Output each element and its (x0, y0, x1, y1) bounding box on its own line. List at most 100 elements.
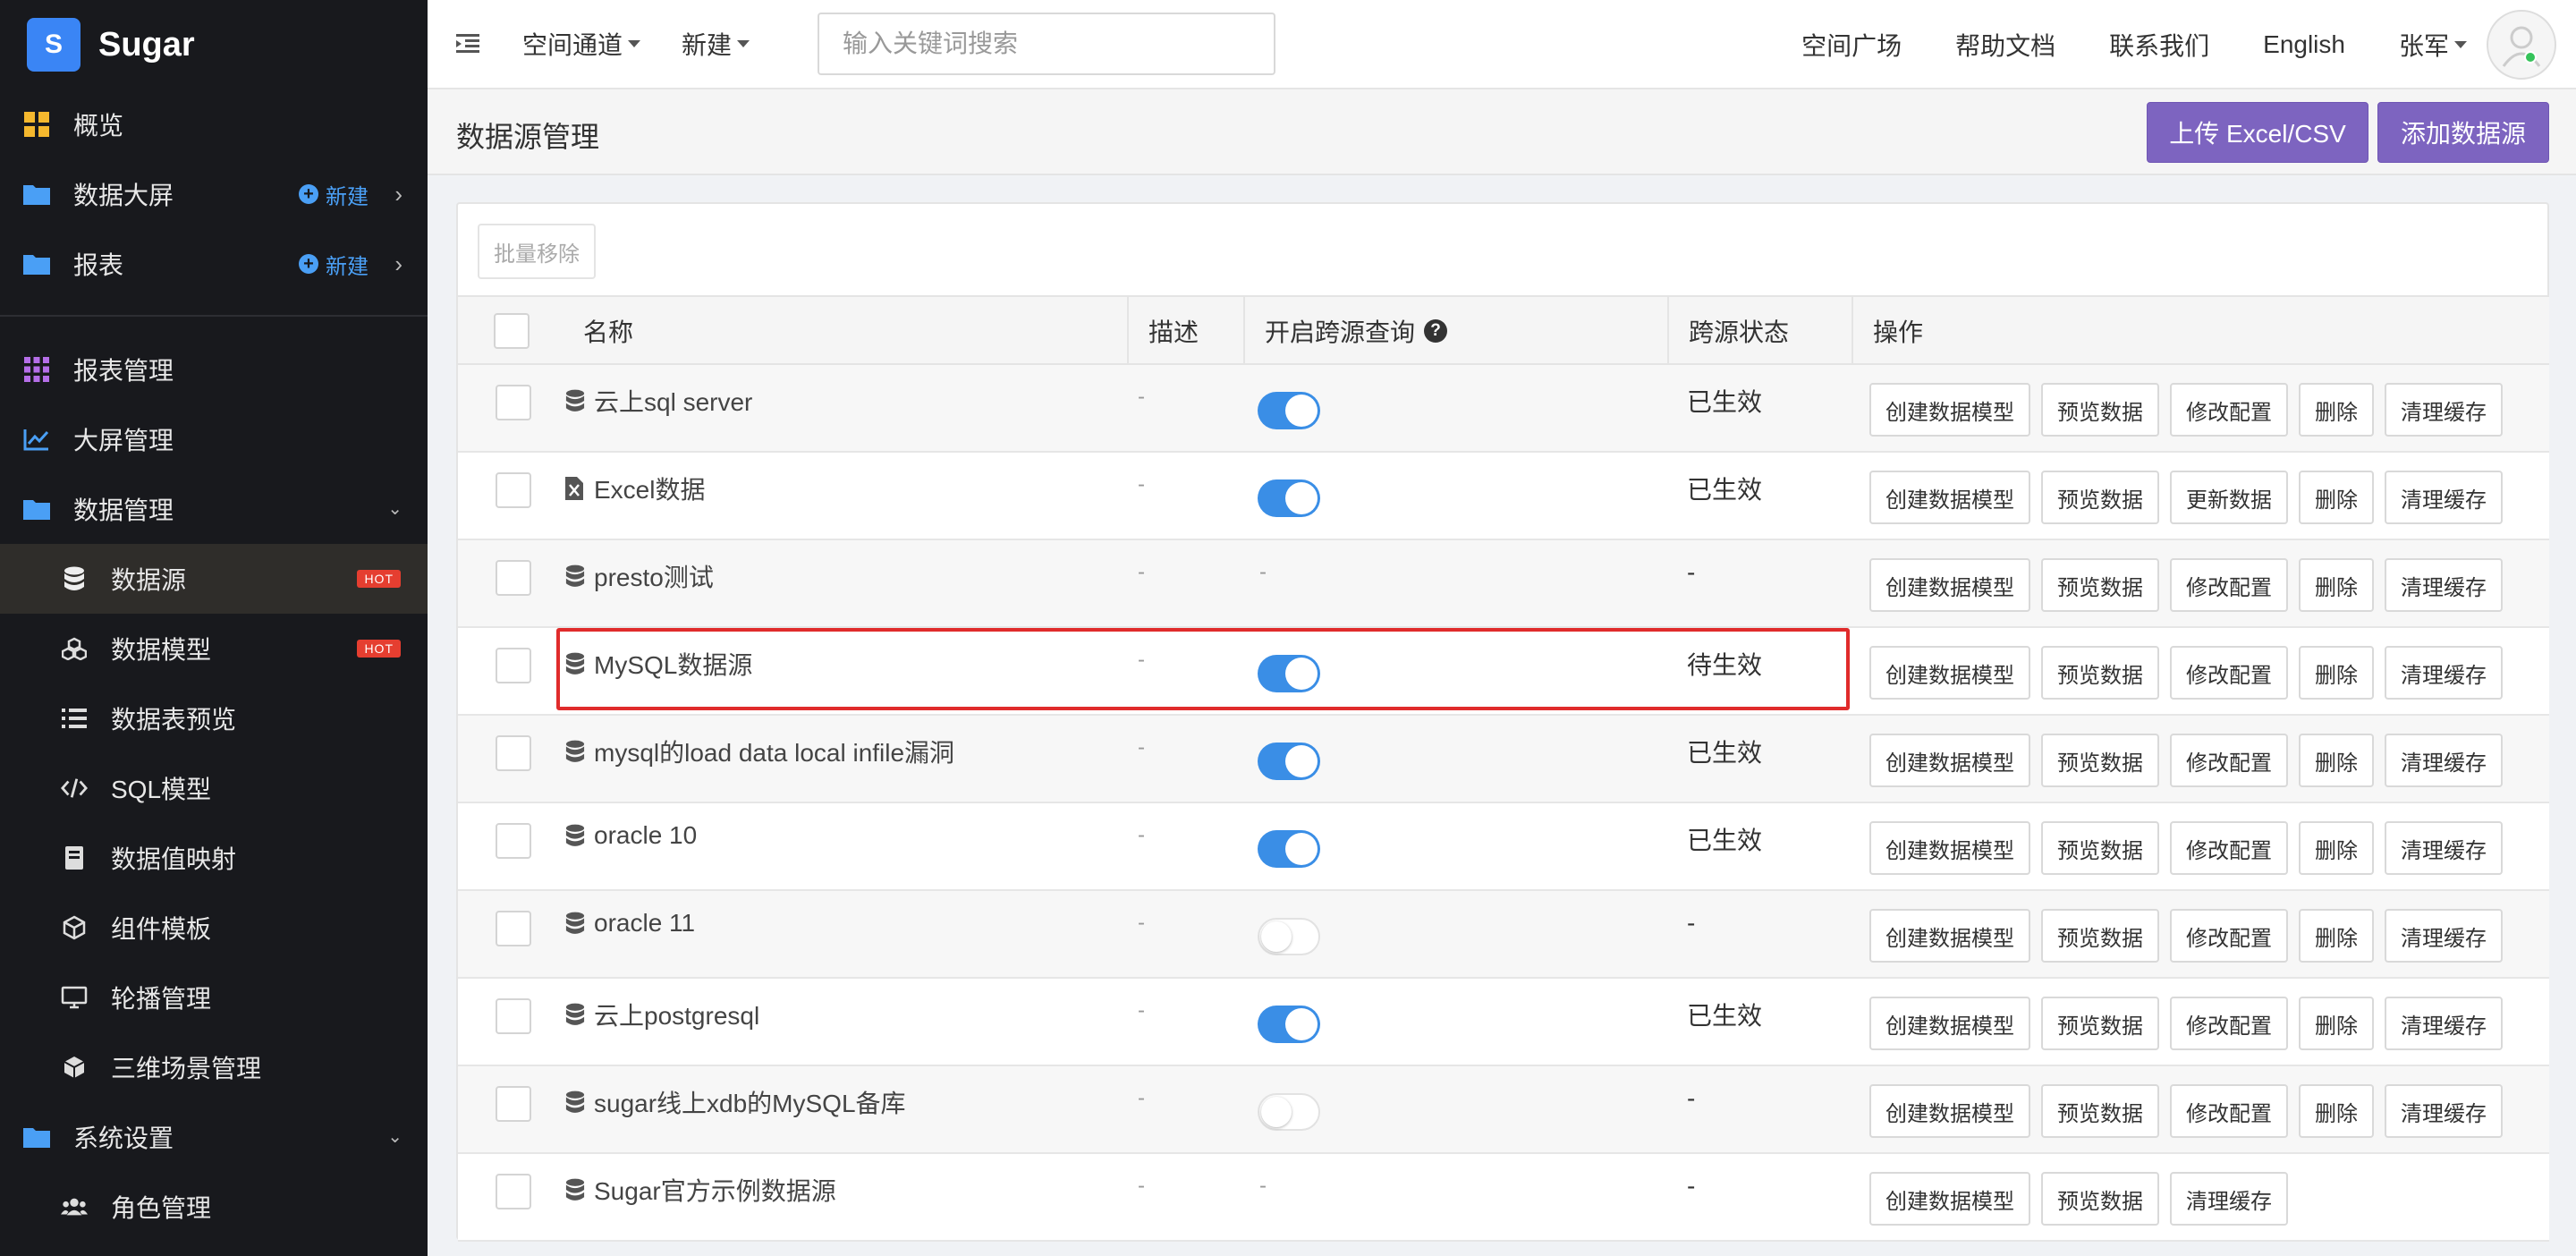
action-button[interactable]: 删除 (2299, 646, 2374, 700)
datasource-name[interactable]: oracle 11 (565, 909, 695, 938)
chevron-down-icon[interactable]: ⌄ (387, 1125, 402, 1148)
action-button[interactable]: 预览数据 (2041, 997, 2159, 1050)
space-square-link[interactable]: 空间广场 (1801, 27, 1902, 63)
action-button[interactable]: 预览数据 (2041, 558, 2159, 612)
action-button[interactable]: 修改配置 (2170, 997, 2288, 1050)
header-name[interactable]: 名称 (564, 297, 1225, 365)
sidebar-item-datasource[interactable]: 数据源 HOT (0, 544, 428, 614)
action-button[interactable]: 修改配置 (2170, 821, 2288, 875)
action-button[interactable]: 创建数据模型 (1869, 997, 2030, 1050)
sidebar-item-table-preview[interactable]: 数据表预览 (0, 683, 428, 753)
action-button[interactable]: 清理缓存 (2385, 471, 2503, 524)
action-button[interactable]: 清理缓存 (2385, 383, 2503, 437)
row-checkbox[interactable] (496, 472, 531, 508)
datasource-name[interactable]: 云上postgresql (565, 997, 759, 1032)
add-datasource-button[interactable]: 添加数据源 (2377, 102, 2549, 163)
action-button[interactable]: 清理缓存 (2385, 997, 2503, 1050)
english-link[interactable]: English (2263, 30, 2345, 59)
cross-query-toggle[interactable] (1258, 479, 1320, 517)
avatar[interactable] (2487, 10, 2556, 80)
action-button[interactable]: 创建数据模型 (1869, 821, 2030, 875)
brand[interactable]: S Sugar (0, 0, 428, 89)
action-button[interactable]: 修改配置 (2170, 1084, 2288, 1138)
menu-collapse-icon[interactable] (454, 30, 481, 57)
new-dropdown[interactable]: 新建 (682, 26, 750, 62)
sidebar-item-data-manage[interactable]: 数据管理 ⌄ (0, 474, 428, 544)
row-checkbox[interactable] (496, 911, 531, 946)
action-button[interactable]: 创建数据模型 (1869, 471, 2030, 524)
contact-us-link[interactable]: 联系我们 (2109, 27, 2209, 63)
sidebar-item-sql-model[interactable]: SQL模型 (0, 753, 428, 823)
upload-excel-csv-button[interactable]: 上传 Excel/CSV (2147, 102, 2368, 163)
question-circle-icon[interactable]: ? (1424, 319, 1448, 343)
action-button[interactable]: 删除 (2299, 997, 2374, 1050)
select-all-checkbox[interactable] (494, 313, 530, 349)
cross-query-toggle[interactable] (1258, 1093, 1320, 1131)
action-button[interactable]: 删除 (2299, 909, 2374, 963)
datasource-name[interactable]: presto测试 (565, 558, 714, 594)
sidebar-item-component-template[interactable]: 组件模板 (0, 893, 428, 963)
action-button[interactable]: 删除 (2299, 558, 2374, 612)
row-checkbox[interactable] (496, 648, 531, 683)
action-button[interactable]: 清理缓存 (2170, 1172, 2288, 1226)
action-button[interactable]: 删除 (2299, 471, 2374, 524)
cross-query-toggle[interactable] (1258, 1006, 1320, 1043)
search-input[interactable] (818, 13, 1275, 75)
action-button[interactable]: 预览数据 (2041, 909, 2159, 963)
batch-remove-button[interactable]: 批量移除 (478, 224, 596, 279)
action-button[interactable]: 修改配置 (2170, 734, 2288, 787)
row-checkbox[interactable] (496, 823, 531, 859)
sidebar-item-role-manage[interactable]: 角色管理 (0, 1172, 428, 1242)
action-button[interactable]: 创建数据模型 (1869, 646, 2030, 700)
action-button[interactable]: 预览数据 (2041, 646, 2159, 700)
chevron-down-icon[interactable]: ⌄ (387, 497, 402, 520)
datasource-name[interactable]: MySQL数据源 (565, 646, 752, 682)
action-button[interactable]: 清理缓存 (2385, 558, 2503, 612)
action-button[interactable]: 预览数据 (2041, 1084, 2159, 1138)
cross-query-toggle[interactable] (1258, 918, 1320, 955)
datasource-name[interactable]: oracle 10 (565, 821, 697, 850)
action-button[interactable]: 创建数据模型 (1869, 1172, 2030, 1226)
sidebar-item-report[interactable]: 报表 + 新建 › (0, 229, 428, 299)
action-button[interactable]: 创建数据模型 (1869, 1084, 2030, 1138)
action-button[interactable]: 删除 (2299, 1084, 2374, 1138)
sidebar-item-data-model[interactable]: 数据模型 HOT (0, 614, 428, 683)
action-button[interactable]: 删除 (2299, 734, 2374, 787)
row-checkbox[interactable] (496, 1174, 531, 1209)
sidebar-item-screen-manage[interactable]: 大屏管理 (0, 404, 428, 474)
sidebar-item-3d-scene[interactable]: 三维场景管理 (0, 1032, 428, 1102)
chevron-right-icon[interactable]: › (394, 181, 402, 208)
sidebar-item-report-manage[interactable]: 报表管理 (0, 335, 428, 404)
datasource-name[interactable]: mysql的load data local infile漏洞 (565, 734, 954, 769)
new-big-screen-button[interactable]: + 新建 (299, 179, 369, 210)
action-button[interactable]: 清理缓存 (2385, 821, 2503, 875)
user-dropdown[interactable]: 张军 (2399, 27, 2467, 63)
chevron-right-icon[interactable]: › (394, 250, 402, 278)
row-checkbox[interactable] (496, 560, 531, 596)
action-button[interactable]: 清理缓存 (2385, 734, 2503, 787)
action-button[interactable]: 清理缓存 (2385, 909, 2503, 963)
row-checkbox[interactable] (496, 998, 531, 1034)
action-button[interactable]: 清理缓存 (2385, 1084, 2503, 1138)
sidebar-item-carousel[interactable]: 轮播管理 (0, 963, 428, 1032)
sidebar-item-overview[interactable]: 概览 (0, 89, 428, 159)
action-button[interactable]: 预览数据 (2041, 821, 2159, 875)
action-button[interactable]: 创建数据模型 (1869, 383, 2030, 437)
action-button[interactable]: 更新数据 (2170, 471, 2288, 524)
action-button[interactable]: 删除 (2299, 821, 2374, 875)
action-button[interactable]: 预览数据 (2041, 383, 2159, 437)
datasource-name[interactable]: sugar线上xdb的MySQL备库 (565, 1084, 906, 1120)
action-button[interactable]: 删除 (2299, 383, 2374, 437)
row-checkbox[interactable] (496, 1086, 531, 1122)
action-button[interactable]: 预览数据 (2041, 1172, 2159, 1226)
cross-query-toggle[interactable] (1258, 392, 1320, 429)
datasource-name[interactable]: 云上sql server (565, 383, 752, 419)
cross-query-toggle[interactable] (1258, 830, 1320, 868)
action-button[interactable]: 预览数据 (2041, 471, 2159, 524)
row-checkbox[interactable] (496, 385, 531, 420)
action-button[interactable]: 修改配置 (2170, 383, 2288, 437)
action-button[interactable]: 修改配置 (2170, 909, 2288, 963)
cross-query-toggle[interactable] (1258, 743, 1320, 780)
new-report-button[interactable]: + 新建 (299, 249, 369, 280)
help-docs-link[interactable]: 帮助文档 (1955, 27, 2055, 63)
